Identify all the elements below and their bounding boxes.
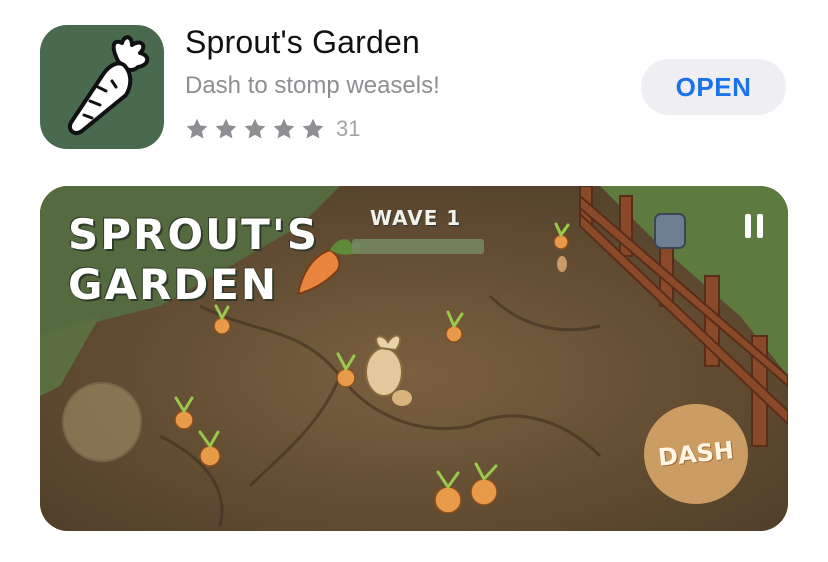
star-icon bbox=[244, 118, 266, 139]
game-logo-line2: GARDEN bbox=[68, 260, 279, 309]
star-icon bbox=[273, 118, 295, 139]
pause-icon bbox=[745, 214, 767, 238]
app-screenshot[interactable]: SPROUT'S GARDEN WAVE 1 DASH bbox=[40, 186, 788, 531]
carrot-icon bbox=[67, 35, 150, 136]
app-title[interactable]: Sprout's Garden bbox=[185, 24, 420, 61]
rating: 31 bbox=[185, 114, 360, 144]
game-logo-line1: SPROUT'S bbox=[68, 210, 319, 259]
game-logo: SPROUT'S GARDEN bbox=[68, 210, 319, 310]
dash-label: DASH bbox=[656, 436, 736, 472]
dash-button: DASH bbox=[644, 404, 748, 504]
app-subtitle: Dash to stomp weasels! bbox=[185, 72, 440, 99]
open-button[interactable]: OPEN bbox=[641, 59, 786, 115]
star-icon bbox=[186, 118, 208, 139]
star-icon bbox=[302, 118, 324, 139]
rating-count: 31 bbox=[336, 116, 361, 141]
app-icon[interactable] bbox=[40, 25, 164, 149]
wave-label: WAVE 1 bbox=[370, 206, 462, 230]
star-icon bbox=[215, 118, 237, 139]
joystick bbox=[62, 382, 142, 462]
wave-progress-bar bbox=[352, 239, 484, 254]
